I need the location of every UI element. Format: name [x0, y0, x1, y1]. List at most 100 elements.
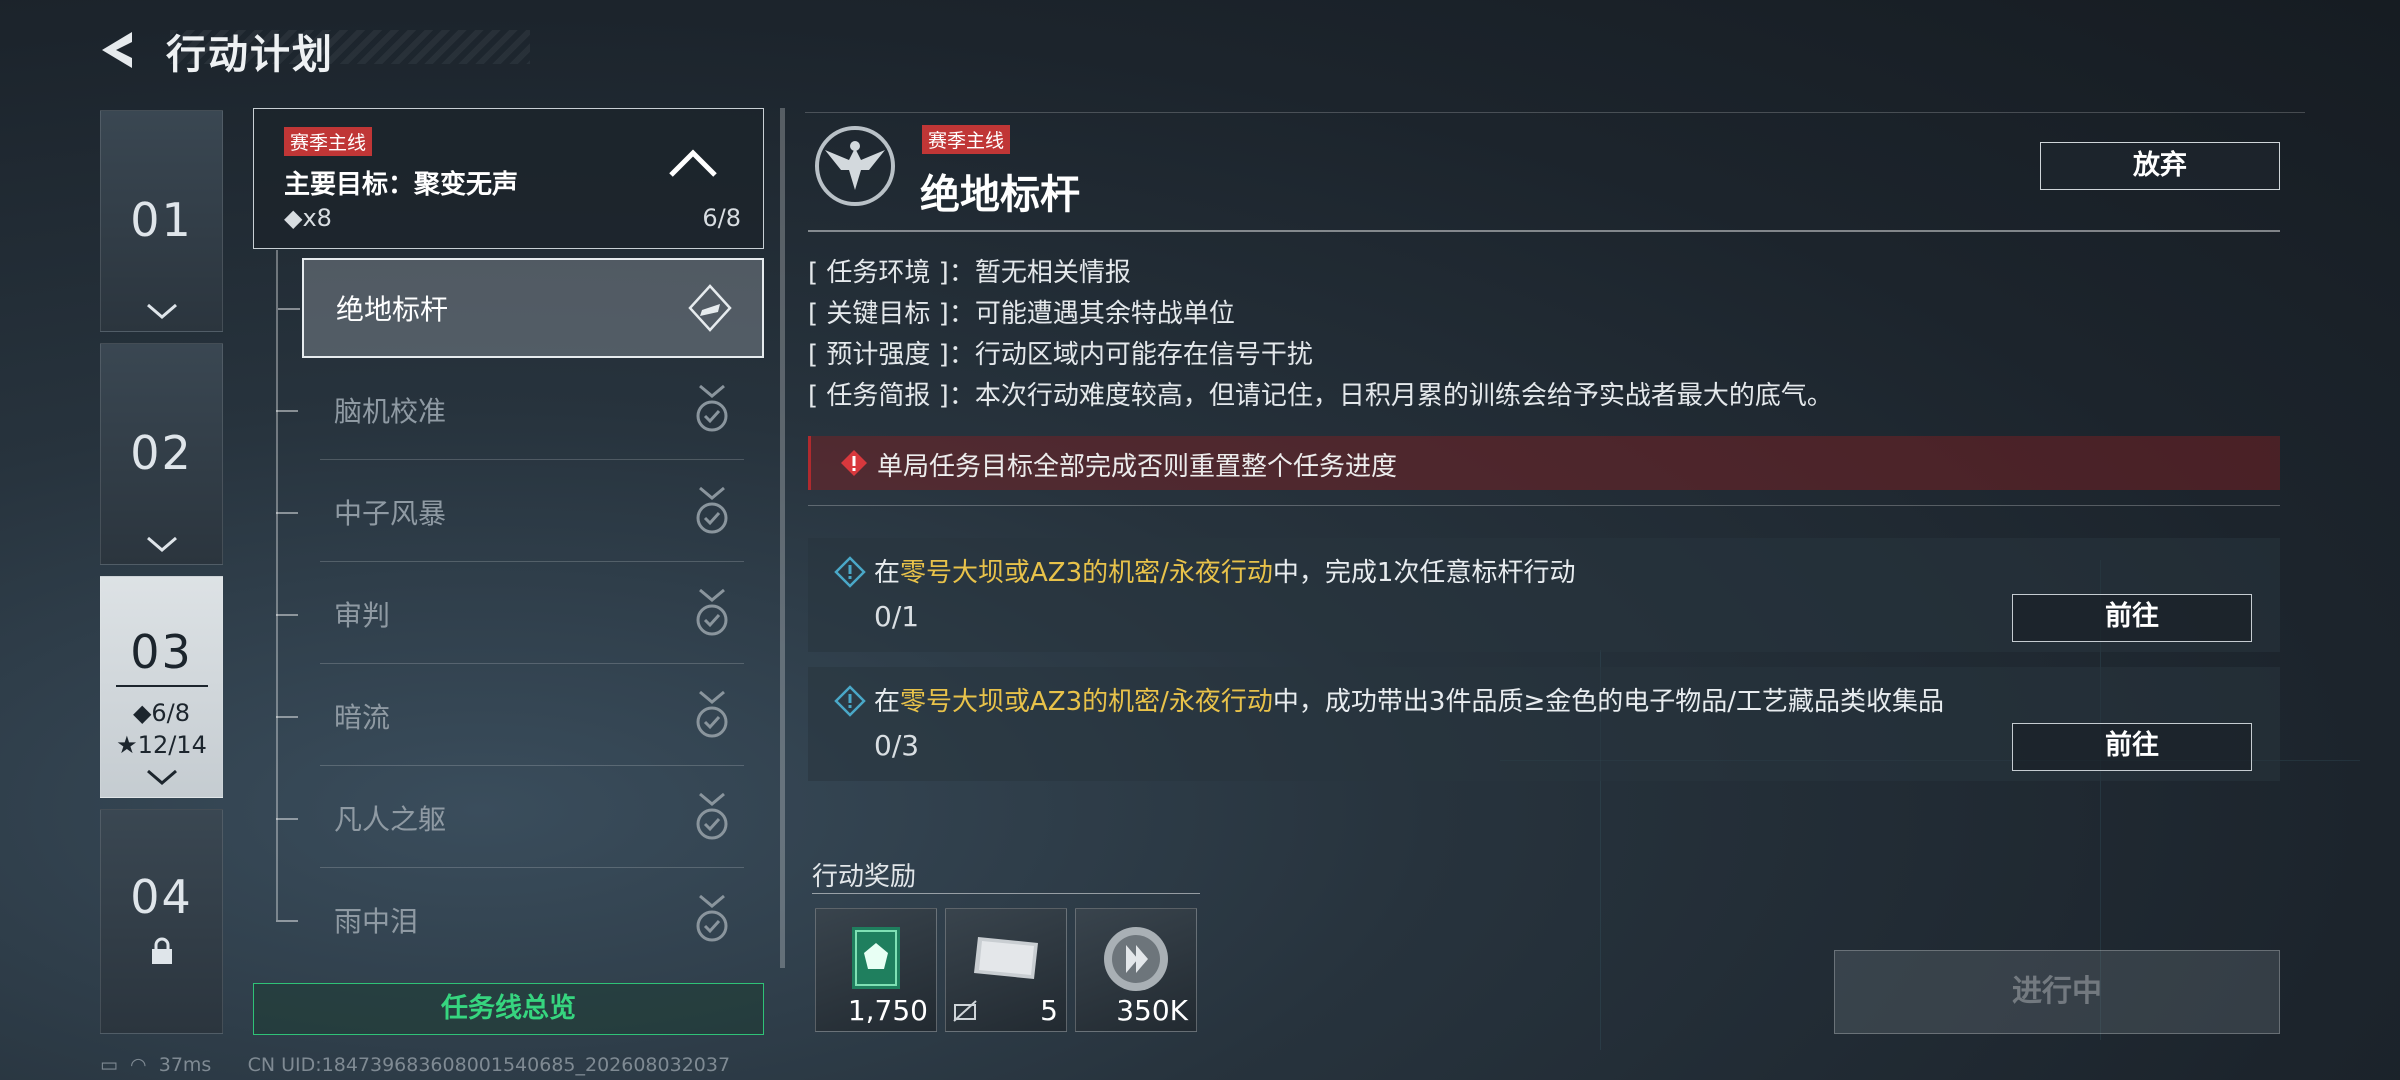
objective-progress: 0/1 [874, 600, 920, 633]
completed-medal-icon [696, 588, 728, 636]
reward-quantity: 5 [1040, 994, 1058, 1027]
tree-connector [276, 410, 298, 412]
chevron-down-icon [146, 303, 177, 319]
divider [320, 765, 744, 766]
task-label: 雨中泪 [334, 905, 419, 938]
tree-connector [278, 308, 300, 310]
info-value: 暂无相关情报 [974, 258, 1131, 288]
divider [805, 112, 2305, 113]
objective-text: 在零号大坝或AZ3的机密/永夜行动中，成功带出3件品质≥金色的电子物品/工艺藏品… [874, 681, 1944, 718]
reward-item[interactable]: 350K [1075, 908, 1197, 1032]
task-list-scrollbar[interactable] [780, 108, 785, 968]
back-arrow-icon[interactable] [96, 28, 144, 72]
info-value: 本次行动难度较高，但请记住，日积月累的训练会给予实战者最大的底气。 [974, 381, 1833, 411]
questline-overview-button[interactable]: 任务线总览 [253, 983, 764, 1035]
completed-medal-icon [696, 792, 728, 840]
objective-diamond-icon [834, 556, 866, 588]
tree-connector [276, 716, 298, 718]
wifi-icon: ◠ [130, 1054, 147, 1076]
chevron-down-icon [146, 536, 177, 552]
season-tag: 赛季主线 [284, 127, 373, 156]
task-item[interactable]: 中子风暴 [276, 462, 764, 562]
task-label: 暗流 [334, 701, 391, 734]
battery-icon: ▭ [100, 1054, 118, 1076]
status-bar: ▭ ◠ 37ms CN UID:18473968360800154068​5_2… [100, 1054, 730, 1076]
info-row-intensity: [ 预计强度 ]：行动区域内可能存在信号干扰 [808, 340, 1313, 370]
chapter-tab-03[interactable]: 03 ◆6/8 ★12/14 [100, 576, 223, 798]
main-target-card[interactable]: 赛季主线 主要目标：聚变无声 ◆x8 6/8 [253, 108, 764, 249]
divider [808, 230, 2280, 232]
divider [320, 663, 744, 664]
task-item[interactable]: 雨中泪 [276, 870, 764, 970]
eagle-emblem-icon [815, 126, 895, 206]
abandon-button[interactable]: 放弃 [2040, 142, 2280, 190]
task-item[interactable]: 暗流 [276, 666, 764, 766]
chapter-number: 04 [130, 870, 193, 924]
objective-highlight: 零号大坝或AZ3的机密/永夜行动 [900, 687, 1273, 717]
tree-connector [276, 512, 298, 514]
info-row-environment: [ 任务环境 ]：暂无相关情报 [808, 258, 1131, 288]
objective-text-pre: 在 [874, 558, 901, 588]
chapter-diamond-progress: ◆6/8 [132, 699, 191, 727]
divider [320, 867, 744, 868]
objective-card: 在零号大坝或AZ3的机密/永夜行动中，成功带出3件品质≥金色的电子物品/工艺藏品… [808, 667, 2280, 781]
objective-text-post: 中，成功带出3件品质≥金色的电子物品/工艺藏品类收集品 [1272, 687, 1945, 717]
reward-quantity: 350K [1116, 994, 1188, 1027]
objective-text: 在零号大坝或AZ3的机密/永夜行动中，完成1次任意标杆行动 [874, 552, 1575, 589]
divider [812, 893, 1200, 894]
task-item-selected[interactable]: 绝地标杆 [278, 258, 764, 358]
warning-text: 单局任务目标全部完成否则重置整个任务进度 [877, 452, 1398, 482]
rewards-label: 行动奖励 [812, 862, 917, 892]
chapter-number: 03 [130, 625, 193, 679]
diamond-count: ◆x8 [284, 204, 332, 232]
silver-coin-icon [1104, 927, 1168, 991]
completed-medal-icon [696, 894, 728, 942]
mission-title: 绝地标杆 [920, 172, 1080, 218]
objective-text-post: 中，完成1次任意标杆行动 [1272, 558, 1576, 588]
main-target-title: 主要目标：聚变无声 [284, 170, 519, 200]
task-item[interactable]: 凡人之躯 [276, 768, 764, 868]
objective-progress: 0/3 [874, 729, 920, 762]
info-value: 行动区域内可能存在信号干扰 [974, 340, 1313, 370]
chapter-tab-01[interactable]: 01 [100, 110, 223, 332]
diamond-target-icon [688, 284, 732, 332]
task-item[interactable]: 审判 [276, 564, 764, 664]
divider [115, 685, 208, 687]
ping-value: 37ms [158, 1054, 212, 1076]
silver-card-icon [974, 937, 1038, 979]
divider [808, 505, 2280, 506]
chapter-star-progress: ★12/14 [116, 731, 207, 759]
objective-diamond-icon [834, 685, 866, 717]
completed-medal-icon [696, 690, 728, 738]
task-label: 绝地标杆 [336, 293, 449, 326]
no-trade-icon [953, 1000, 977, 1022]
go-button[interactable]: 前往 [2012, 594, 2252, 642]
season-tag: 赛季主线 [922, 125, 1011, 154]
task-label: 中子风暴 [334, 497, 447, 530]
chevron-down-icon [146, 769, 177, 785]
task-item[interactable]: 脑机校准 [276, 360, 764, 460]
reward-item[interactable]: 5 [945, 908, 1067, 1032]
reward-item[interactable]: 1,750 [815, 908, 937, 1032]
go-button[interactable]: 前往 [2012, 723, 2252, 771]
task-label: 脑机校准 [334, 395, 447, 428]
chapter-number: 02 [130, 426, 193, 480]
green-badge-icon [852, 927, 900, 989]
warning-icon [841, 450, 867, 476]
chapter-tab-04[interactable]: 04 [100, 809, 223, 1034]
info-row-key-target: [ 关键目标 ]：可能遭遇其余特战单位 [808, 299, 1235, 329]
warning-banner: 单局任务目标全部完成否则重置整个任务进度 [808, 436, 2280, 490]
info-key: [ 预计强度 ] [808, 340, 949, 370]
objective-card: 在零号大坝或AZ3的机密/永夜行动中，完成1次任意标杆行动 0/1 前往 [808, 538, 2280, 652]
objective-text-pre: 在 [874, 687, 901, 717]
main-target-progress: 6/8 [702, 204, 741, 232]
tree-connector [276, 920, 298, 922]
chevron-up-icon[interactable] [667, 149, 719, 179]
page-title: 行动计划 [166, 32, 334, 78]
divider [320, 459, 744, 460]
info-key: [ 任务环境 ] [808, 258, 949, 288]
completed-medal-icon [696, 384, 728, 432]
tree-connector [276, 614, 298, 616]
chapter-tab-02[interactable]: 02 [100, 343, 223, 565]
task-label: 凡人之躯 [334, 803, 447, 836]
